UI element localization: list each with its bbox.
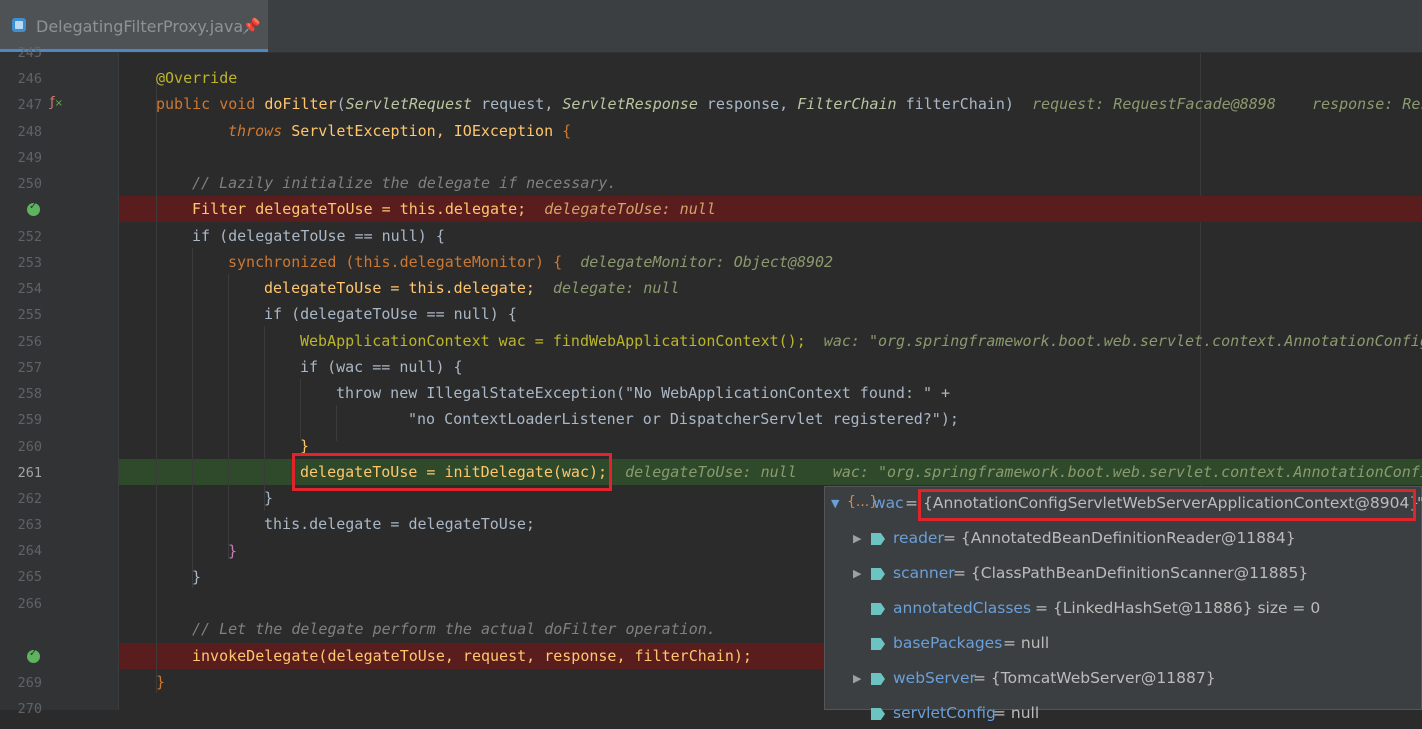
popup-field-row[interactable]: servletConfig = null	[825, 699, 1422, 729]
field-name: servletConfig	[893, 704, 996, 722]
field-icon	[871, 603, 885, 615]
indent-guide	[300, 379, 301, 439]
line-number: 252	[17, 229, 42, 245]
line-number: 270	[17, 701, 42, 717]
field-icon	[871, 533, 885, 545]
field-value: = {AnnotatedBeanDefinitionReader@11884}	[943, 529, 1296, 547]
highlight-box-init-delegate	[292, 453, 612, 491]
breakpoint-verified-icon[interactable]	[27, 201, 40, 216]
line-number: 257	[17, 360, 42, 376]
line-number-gutter[interactable]: 245 246 247 ƒ× 248 249 250 252 253 254 2…	[0, 45, 119, 717]
field-icon	[871, 638, 885, 650]
debug-value-popup[interactable]: ▼ {...} wac = {AnnotationConfigServletWe…	[824, 486, 1422, 722]
code-line-256: WebApplicationContext wac = findWebAppli…	[300, 332, 1422, 350]
line-number: 258	[17, 386, 42, 402]
popup-field-row[interactable]: ▶ scanner = {ClassPathBeanDefinitionScan…	[825, 559, 1422, 589]
method-breakpoint-icon[interactable]: ƒ×	[50, 95, 63, 110]
line-number: 254	[17, 281, 42, 297]
line-number: 265	[17, 569, 42, 585]
editor-tab-bar: DelegatingFilterProxy.java 📌	[0, 0, 1422, 53]
field-icon	[871, 673, 885, 685]
line-number: 264	[17, 543, 42, 559]
breakpoint-verified-icon[interactable]	[27, 648, 40, 663]
popup-field-row[interactable]: basePackages = null	[825, 629, 1422, 659]
field-value: = null	[1003, 634, 1050, 652]
pin-icon[interactable]: 📌	[242, 17, 261, 35]
field-value: = {ClassPathBeanDefinitionScanner@11885}	[953, 564, 1309, 582]
code-line-259: "no ContextLoaderListener or DispatcherS…	[408, 410, 959, 428]
popup-field-row[interactable]: ▶ webServer = {TomcatWebServer@11887}	[825, 664, 1422, 694]
code-line-267: // Let the delegate perform the actual d…	[192, 620, 716, 638]
indent-guide	[156, 83, 157, 693]
code-line-264: }	[228, 542, 238, 560]
code-line-262: }	[264, 489, 274, 507]
chevron-right-icon[interactable]: ▶	[853, 532, 861, 545]
line-number: 245	[17, 45, 42, 61]
code-line-269: }	[156, 673, 166, 691]
line-number: 262	[17, 491, 42, 507]
code-line-263: this.delegate = delegateToUse;	[264, 515, 535, 533]
chevron-right-icon[interactable]: ▶	[853, 672, 861, 685]
code-line-246: @Override	[156, 69, 238, 87]
indent-guide	[192, 248, 193, 588]
line-number: 249	[17, 150, 42, 166]
indent-guide	[228, 274, 229, 559]
code-line-257: if (wac == null) {	[300, 358, 463, 376]
line-number: 266	[17, 596, 42, 612]
chevron-down-icon[interactable]: ▼	[831, 497, 839, 510]
highlight-box-wac-value	[918, 489, 1416, 521]
line-number: 263	[17, 517, 42, 533]
field-value: = {TomcatWebServer@11887}	[973, 669, 1216, 687]
code-line-252: if (delegateToUse == null) {	[192, 227, 445, 245]
field-value: = {LinkedHashSet@11886} size = 0	[1035, 599, 1321, 617]
tab-label: DelegatingFilterProxy.java	[36, 17, 244, 36]
line-number: 253	[17, 255, 42, 271]
field-name: webServer	[893, 669, 976, 687]
field-name: reader	[893, 529, 944, 547]
line-number: 248	[17, 124, 42, 140]
code-line-251: Filter delegateToUse = this.delegate; de…	[192, 200, 716, 218]
field-name: annotatedClasses	[893, 599, 1032, 617]
code-line-255: if (delegateToUse == null) {	[264, 305, 517, 323]
code-line-248: throws ServletException, IOException {	[228, 122, 572, 140]
java-class-icon	[12, 18, 26, 32]
variable-name: wac	[873, 494, 904, 512]
code-line-250: // Lazily initialize the delegate if nec…	[192, 174, 617, 192]
current-line-number: 261	[17, 465, 42, 481]
indent-guide	[336, 405, 337, 441]
popup-field-row[interactable]: ▶ reader = {AnnotatedBeanDefinitionReade…	[825, 524, 1422, 554]
line-number: 250	[17, 176, 42, 192]
code-line-258: throw new IllegalStateException("No WebA…	[336, 384, 951, 402]
chevron-right-icon[interactable]: ▶	[853, 567, 861, 580]
field-icon	[871, 568, 885, 580]
line-number: 260	[17, 439, 42, 455]
field-value: = null	[993, 704, 1040, 722]
field-name: basePackages	[893, 634, 1003, 652]
code-line-254: delegateToUse = this.delegate; delegate:…	[264, 279, 680, 297]
line-number: 246	[17, 71, 42, 87]
code-line-268: invokeDelegate(delegateToUse, request, r…	[192, 647, 752, 665]
equals-sign: =	[905, 494, 918, 512]
field-name: scanner	[893, 564, 955, 582]
line-number: 256	[17, 334, 42, 350]
line-number: 247	[17, 97, 42, 113]
indent-guide	[264, 326, 265, 511]
line-number: 255	[17, 307, 42, 323]
popup-field-row[interactable]: annotatedClasses = {LinkedHashSet@11886}…	[825, 594, 1422, 624]
code-line-265: }	[192, 568, 202, 586]
code-line-247: public void doFilter(ServletRequest requ…	[156, 95, 1422, 113]
line-number: 259	[17, 412, 42, 428]
value-tail: "	[1417, 494, 1422, 512]
code-line-253: synchronized (this.delegateMonitor) { de…	[228, 253, 834, 271]
popup-root-row[interactable]: ▼ {...} wac = {AnnotationConfigServletWe…	[825, 489, 1422, 521]
line-number: 269	[17, 675, 42, 691]
